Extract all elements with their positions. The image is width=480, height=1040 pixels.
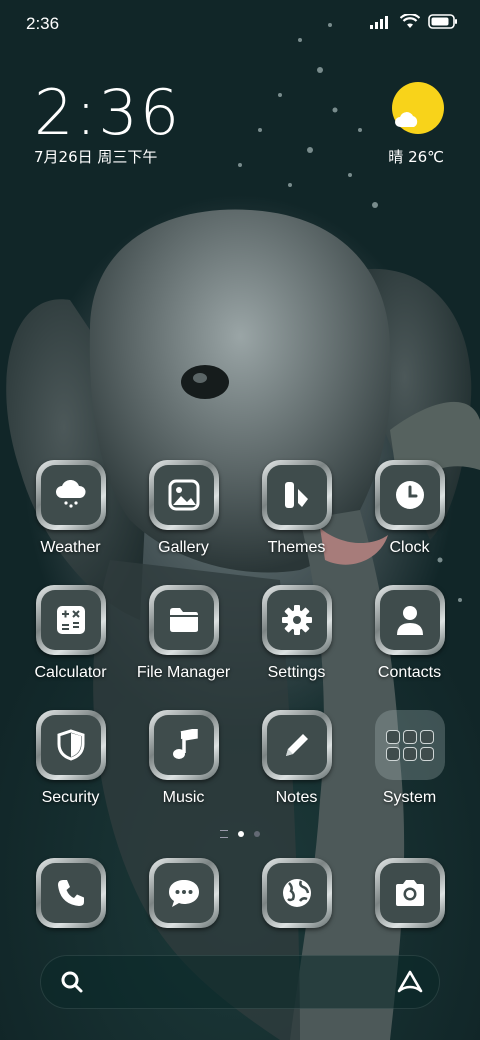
folder-mini-app [420,747,433,760]
app-label: Clock [389,539,430,556]
weather-widget[interactable]: 晴 26℃ [364,82,444,172]
themes-icon [284,482,308,508]
page-dot-active [238,831,244,837]
folder-mini-app [386,747,399,760]
folder-grid-icon [374,710,445,780]
wifi-icon [400,14,420,28]
status-icons [370,14,458,29]
assistant-icon[interactable] [396,969,424,995]
folder-mini-app [403,730,416,743]
app-label: Calculator [34,664,107,681]
battery-icon [428,14,457,29]
cloud-icon [395,112,418,127]
dock-phone[interactable] [14,858,127,928]
app-label: Weather [40,539,101,556]
app-clock[interactable]: Clock [353,460,466,557]
dock-camera[interactable] [353,858,466,928]
weather-condition: 晴 [388,148,404,166]
status-time: 2:36 [26,14,60,33]
search-bar[interactable] [40,955,440,1009]
app-label: Themes [267,539,326,556]
image-icon [168,479,199,511]
globe-icon [282,879,311,907]
dock-messages[interactable] [127,858,240,928]
status-bar: 2:36 [0,0,480,48]
folder-mini-app [403,747,416,760]
folder-mini-app [386,730,399,743]
dock-browser[interactable] [240,858,353,928]
app-notes[interactable]: Notes [240,710,353,807]
music-note-icon [172,729,198,759]
lockscreen-clock[interactable]: 2:36 [34,76,181,149]
page-dot [254,831,260,837]
app-label: Security [41,789,100,806]
app-label: System [382,789,437,806]
app-security[interactable]: Security [14,710,127,807]
app-label: Gallery [158,539,209,556]
person-icon [396,606,423,635]
weather-temperature: 26℃ [408,148,444,166]
search-icon [61,971,83,993]
weather-summary: 晴 26℃ [388,146,444,167]
app-settings[interactable]: Settings [240,585,353,682]
page-indicator[interactable] [0,830,480,838]
pencil-icon [285,734,308,756]
app-label: Settings [267,664,326,681]
cloud-rain-icon [55,480,85,508]
app-label: Contacts [377,664,442,681]
app-themes[interactable]: Themes [240,460,353,557]
app-weather[interactable]: Weather [14,460,127,557]
app-label: Notes [275,789,318,806]
folder-icon [169,608,198,632]
message-icon [168,880,199,907]
gear-icon [281,605,312,635]
app-gallery[interactable]: Gallery [127,460,240,557]
app-label: File Manager [136,664,231,681]
phone-icon [57,880,84,906]
lockscreen-date: 7月26日 周三下午 [34,148,158,166]
signal-icon [370,15,388,29]
shield-icon [57,729,84,761]
camera-icon [395,880,424,906]
app-system-folder[interactable]: System [353,710,466,807]
calculator-icon [56,606,85,634]
app-contacts[interactable]: Contacts [353,585,466,682]
app-calculator[interactable]: Calculator [14,585,127,682]
folder-mini-app [420,730,433,743]
app-file-manager[interactable]: File Manager [127,585,240,682]
clock-icon [395,481,424,509]
app-music[interactable]: Music [127,710,240,807]
page-list-icon [220,830,228,838]
app-label: Music [162,789,205,806]
